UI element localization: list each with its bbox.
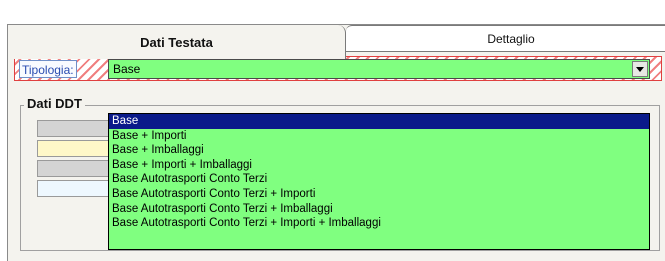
hidden-field[interactable]: [37, 160, 117, 177]
dropdown-option[interactable]: Base + Importi: [109, 129, 649, 144]
dropdown-button[interactable]: [632, 61, 648, 77]
dropdown-option[interactable]: Base Autotrasporti Conto Terzi: [109, 172, 649, 187]
hidden-field[interactable]: [37, 180, 117, 197]
tab-label: Dati Testata: [140, 34, 213, 50]
hidden-field[interactable]: [37, 140, 117, 157]
fieldset-legend: Dati DDT: [24, 96, 85, 111]
hidden-field[interactable]: [37, 120, 117, 137]
dropdown-option[interactable]: Base Autotrasporti Conto Terzi + Importi…: [109, 216, 649, 231]
select-value: Base: [113, 62, 141, 76]
dropdown-option[interactable]: Base + Importi + Imballaggi: [109, 158, 649, 173]
tab-label: Dettaglio: [487, 31, 535, 46]
tab-dati-testata[interactable]: Dati Testata: [8, 25, 346, 59]
dropdown-option[interactable]: Base Autotrasporti Conto Terzi + Imballa…: [109, 202, 649, 217]
tipologia-select[interactable]: Base: [108, 59, 650, 79]
tab-dettaglio[interactable]: Dettaglio: [346, 25, 665, 52]
dropdown-option[interactable]: Base: [109, 114, 649, 129]
chevron-down-icon: [636, 66, 644, 72]
dropdown-option[interactable]: Base Autotrasporti Conto Terzi + Importi: [109, 187, 649, 202]
dropdown-option[interactable]: Base + Imballaggi: [109, 143, 649, 158]
tipologia-label: Tipologia:: [19, 60, 77, 78]
tipologia-dropdown-list[interactable]: Base Base + Importi Base + Imballaggi Ba…: [108, 113, 650, 250]
